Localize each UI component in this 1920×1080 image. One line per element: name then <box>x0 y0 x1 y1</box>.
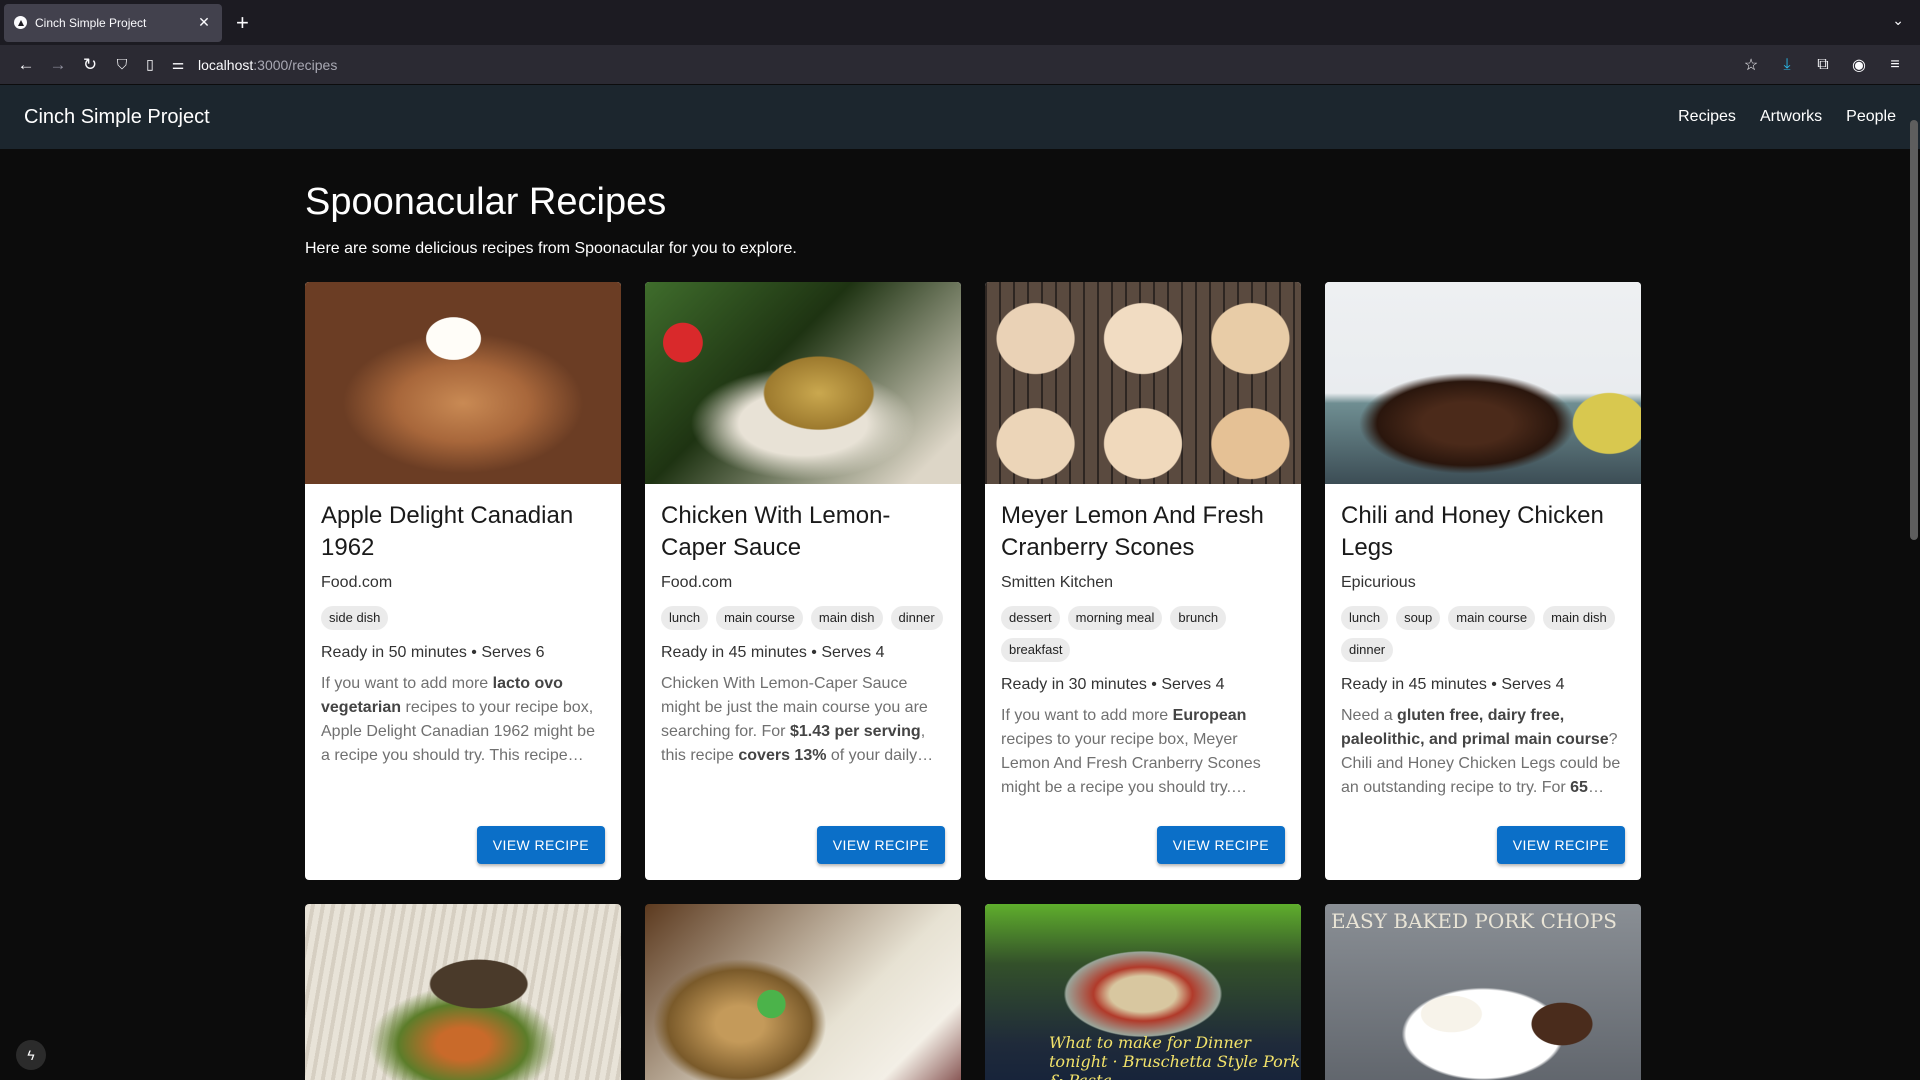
browser-tab[interactable]: Cinch Simple Project ✕ <box>4 3 222 42</box>
image-caption: EASY BAKED PORK CHOPS <box>1331 909 1617 933</box>
recipe-source: Epicurious <box>1341 574 1416 591</box>
page-subtitle: Here are some delicious recipes from Spo… <box>305 240 797 257</box>
url-path: :3000/recipes <box>253 56 338 73</box>
recipe-grid: Apple Delight Canadian 1962 Food.com sid… <box>305 282 1641 1080</box>
address-bar[interactable]: ⛉ ▯ ⚌ localhost:3000/recipes <box>114 49 1740 81</box>
back-icon[interactable]: ← <box>10 49 42 81</box>
tab-favicon-icon <box>14 16 27 29</box>
recipe-tags: lunch main course main dish dinner <box>661 606 945 630</box>
tracking-protection-shield-icon[interactable]: ⛉ <box>114 56 130 73</box>
permissions-icon[interactable]: ⚌ <box>170 56 186 73</box>
tag-chip[interactable]: dinner <box>1341 638 1394 662</box>
recipe-summary: Chicken With Lemon-Caper Sauce might be … <box>661 675 934 764</box>
recipe-source: Food.com <box>321 574 393 591</box>
recipe-image <box>305 904 621 1080</box>
recipe-card <box>645 904 961 1080</box>
browser-toolbar: ← → ↻ ⛉ ▯ ⚌ localhost:3000/recipes ☆ ⤓ ⧉… <box>0 45 1920 85</box>
recipe-image <box>305 282 621 484</box>
tag-chip[interactable]: lunch <box>661 606 709 630</box>
recipe-image: EASY BAKED PORK CHOPS <box>1325 904 1641 1080</box>
recipe-title: Chili and Honey Chicken Legs <box>1341 502 1604 561</box>
recipe-title: Chicken With Lemon-Caper Sauce <box>661 502 891 561</box>
app-menu-icon[interactable]: ≡ <box>1884 56 1906 74</box>
main-nav: Recipes Artworks People <box>1678 108 1896 126</box>
recipe-tags: lunch soup main course main dish dinner <box>1341 606 1625 662</box>
recipe-summary: Need a gluten free, dairy free, paleolit… <box>1341 707 1621 796</box>
tag-chip[interactable]: main dish <box>1543 606 1615 630</box>
nav-link-artworks[interactable]: Artworks <box>1760 108 1822 126</box>
recipe-title: Meyer Lemon And Fresh Cranberry Scones <box>1001 502 1264 561</box>
downloads-icon[interactable]: ⤓ <box>1776 56 1798 74</box>
new-tab-button[interactable]: + <box>236 10 249 36</box>
image-caption: What to make for Dinner tonight · Brusch… <box>1049 1033 1301 1080</box>
recipe-meta: Ready in 45 minutes • Serves 4 <box>1341 676 1565 693</box>
recipe-tags: dessert morning meal brunch breakfast <box>1001 606 1285 662</box>
recipe-image <box>1325 282 1641 484</box>
recipe-image <box>985 282 1301 484</box>
recipe-source: Food.com <box>661 574 733 591</box>
tag-chip[interactable]: lunch <box>1341 606 1389 630</box>
bookmark-star-icon[interactable]: ☆ <box>1740 55 1762 75</box>
nav-link-recipes[interactable]: Recipes <box>1678 108 1736 126</box>
tag-chip[interactable]: main course <box>716 606 803 630</box>
view-recipe-button[interactable]: VIEW RECIPE <box>816 826 945 864</box>
tag-chip[interactable]: soup <box>1396 606 1441 630</box>
recipe-card: What to make for Dinner tonight · Brusch… <box>985 904 1301 1080</box>
tab-title: Cinch Simple Project <box>35 15 147 30</box>
tag-chip[interactable]: morning meal <box>1067 606 1163 630</box>
tag-chip[interactable]: main course <box>1448 606 1536 630</box>
list-all-tabs-icon[interactable]: ⌄ <box>1892 12 1904 29</box>
recipe-title: Apple Delight Canadian 1962 <box>321 502 574 561</box>
recipe-summary: If you want to add more European recipes… <box>1001 707 1261 796</box>
lightning-icon[interactable]: ϟ <box>16 1040 46 1070</box>
tag-chip[interactable]: breakfast <box>1001 638 1071 662</box>
recipe-meta: Ready in 50 minutes • Serves 6 <box>321 644 545 661</box>
recipe-card: Chili and Honey Chicken Legs Epicurious … <box>1325 282 1641 880</box>
nav-link-people[interactable]: People <box>1846 108 1896 126</box>
reload-icon[interactable]: ↻ <box>74 49 106 81</box>
view-recipe-button[interactable]: VIEW RECIPE <box>1156 826 1285 864</box>
tag-chip[interactable]: dessert <box>1001 606 1060 630</box>
recipe-meta: Ready in 30 minutes • Serves 4 <box>1001 676 1225 693</box>
recipe-meta: Ready in 45 minutes • Serves 4 <box>661 644 885 661</box>
main-content: Spoonacular Recipes Here are some delici… <box>281 149 1641 1080</box>
tag-chip[interactable]: side dish <box>321 606 389 630</box>
browser-tab-strip: Cinch Simple Project ✕ + ⌄ <box>0 0 1920 45</box>
tag-chip[interactable]: brunch <box>1170 606 1227 630</box>
view-recipe-button[interactable]: VIEW RECIPE <box>1496 826 1625 864</box>
recipe-source: Smitten Kitchen <box>1001 574 1114 591</box>
account-icon[interactable]: ◉ <box>1848 55 1870 75</box>
recipe-card: Meyer Lemon And Fresh Cranberry Scones S… <box>985 282 1301 880</box>
extensions-icon[interactable]: ⧉ <box>1812 56 1834 74</box>
recipe-image <box>645 282 961 484</box>
close-tab-icon[interactable]: ✕ <box>196 14 212 31</box>
recipe-card <box>305 904 621 1080</box>
app-header: Cinch Simple Project Recipes Artworks Pe… <box>0 85 1920 149</box>
recipe-summary: If you want to add more lacto ovo vegeta… <box>321 675 595 764</box>
recipe-card: EASY BAKED PORK CHOPS <box>1325 904 1641 1080</box>
tag-chip[interactable]: dinner <box>890 606 943 630</box>
recipe-image: What to make for Dinner tonight · Brusch… <box>985 904 1301 1080</box>
recipe-tags: side dish <box>321 606 605 630</box>
view-recipe-button[interactable]: VIEW RECIPE <box>476 826 605 864</box>
recipe-image <box>645 904 961 1080</box>
page-info-icon[interactable]: ▯ <box>142 56 158 73</box>
brand-title[interactable]: Cinch Simple Project <box>24 106 210 129</box>
recipe-card: Apple Delight Canadian 1962 Food.com sid… <box>305 282 621 880</box>
recipe-card: Chicken With Lemon-Caper Sauce Food.com … <box>645 282 961 880</box>
tag-chip[interactable]: main dish <box>810 606 883 630</box>
page-title: Spoonacular Recipes <box>305 181 667 223</box>
page-scrollbar[interactable] <box>1910 120 1918 540</box>
url-host: localhost <box>198 56 254 73</box>
forward-icon[interactable]: → <box>42 49 74 81</box>
